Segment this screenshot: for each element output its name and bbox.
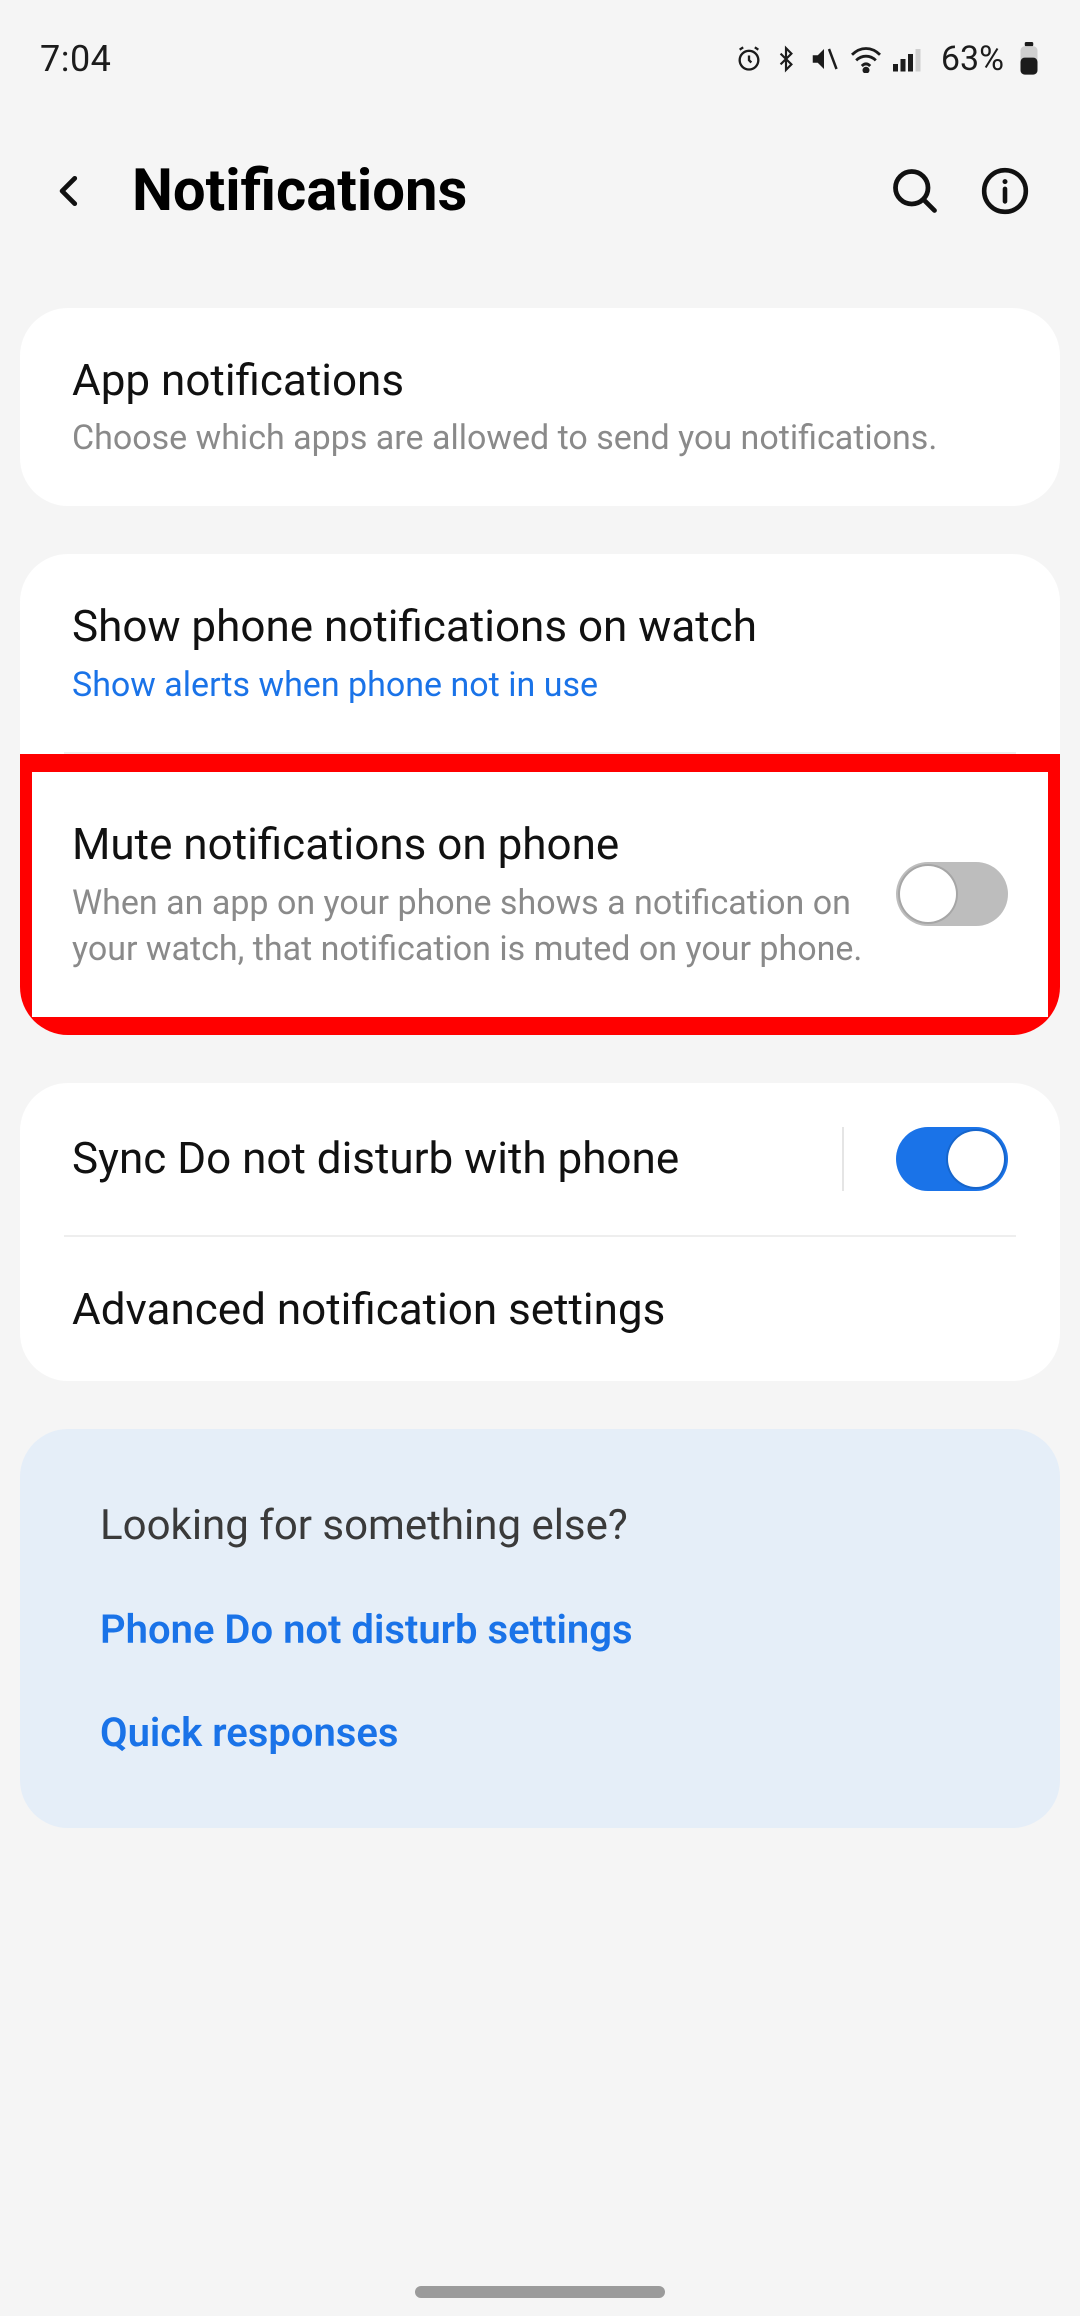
card-app-notifications: App notifications Choose which apps are … [20,308,1060,506]
row-subtitle-link: Show alerts when phone not in use [72,663,1008,709]
status-right: 63% [735,39,1040,79]
row-subtitle: Choose which apps are allowed to send yo… [72,416,1008,462]
alarm-icon [735,45,763,73]
mute-icon [809,44,839,74]
page-header: Notifications [0,110,1080,308]
search-button[interactable] [878,154,952,228]
row-advanced-settings[interactable]: Advanced notification settings [20,1237,1060,1381]
wifi-icon [849,45,883,73]
toggle-sync-dnd[interactable] [896,1127,1008,1191]
toggle-mute-on-phone[interactable] [896,862,1008,926]
looking-for-heading: Looking for something else? [20,1429,1060,1578]
row-title: Mute notifications on phone [72,816,872,872]
info-icon [980,166,1030,216]
link-quick-responses[interactable]: Quick responses [20,1681,1060,1828]
row-title: Show phone notifications on watch [72,598,1008,654]
status-time: 7:04 [40,38,111,80]
card-looking-for: Looking for something else? Phone Do not… [20,1429,1060,1828]
row-title: Advanced notification settings [72,1281,1008,1337]
info-button[interactable] [968,154,1042,228]
status-bar: 7:04 63% [0,0,1080,110]
row-title: App notifications [72,352,1008,408]
row-title: Sync Do not disturb with phone [72,1130,818,1186]
row-show-on-watch[interactable]: Show phone notifications on watch Show a… [20,554,1060,752]
back-button[interactable] [38,159,102,223]
card-watch-notifications: Show phone notifications on watch Show a… [20,554,1060,1034]
page-title: Notifications [132,157,862,225]
signal-icon [893,46,923,72]
navigation-handle[interactable] [415,2286,665,2298]
row-subtitle: When an app on your phone shows a notifi… [72,881,872,973]
link-phone-dnd-settings[interactable]: Phone Do not disturb settings [20,1578,1060,1681]
search-icon [889,165,941,217]
row-app-notifications[interactable]: App notifications Choose which apps are … [20,308,1060,506]
battery-percent: 63% [941,39,1004,79]
switch-divider [842,1127,844,1191]
bluetooth-icon [773,44,799,74]
row-mute-on-phone[interactable]: Mute notifications on phone When an app … [20,754,1060,1034]
row-sync-dnd[interactable]: Sync Do not disturb with phone [20,1083,1060,1235]
battery-icon [1018,42,1040,76]
card-dnd-advanced: Sync Do not disturb with phone Advanced … [20,1083,1060,1381]
chevron-left-icon [51,165,89,217]
